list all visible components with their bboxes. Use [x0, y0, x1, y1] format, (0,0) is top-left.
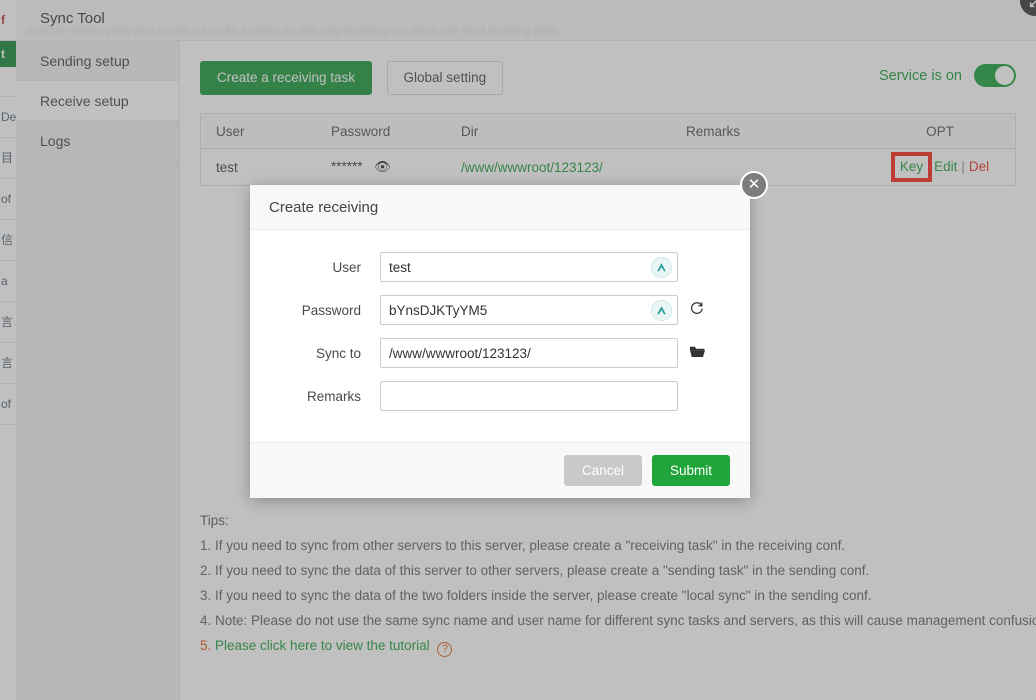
sync-to-input-wrap — [380, 338, 678, 368]
remarks-input[interactable] — [380, 381, 678, 411]
refresh-icon[interactable] — [689, 301, 707, 320]
user-input[interactable] — [380, 252, 678, 282]
create-receiving-modal: ✕ Create receiving User Password — [250, 185, 750, 498]
password-input-wrap — [380, 295, 678, 325]
close-icon[interactable]: ✕ — [740, 171, 768, 199]
remarks-input-wrap — [380, 381, 678, 411]
label-sync-to: Sync to — [250, 346, 380, 361]
sync-to-input[interactable] — [380, 338, 678, 368]
modal-body: User Password — [250, 230, 750, 442]
page-root: f t De 目 of 信 a 言 言 of Sync Tool a certa… — [0, 0, 1036, 700]
modal-footer: Cancel Submit — [250, 442, 750, 498]
label-remarks: Remarks — [250, 389, 380, 404]
folder-icon[interactable] — [689, 344, 707, 363]
modal-title: Create receiving — [250, 185, 750, 230]
form-row-sync-to: Sync to — [250, 338, 750, 368]
user-input-wrap — [380, 252, 678, 282]
submit-button[interactable]: Submit — [652, 455, 730, 486]
cancel-button[interactable]: Cancel — [564, 455, 642, 486]
form-row-remarks: Remarks — [250, 381, 750, 411]
form-row-user: User — [250, 252, 750, 282]
form-row-password: Password — [250, 295, 750, 325]
label-user: User — [250, 260, 380, 275]
password-input[interactable] — [380, 295, 678, 325]
password-manager-icon[interactable] — [651, 300, 672, 321]
label-password: Password — [250, 303, 380, 318]
password-manager-icon[interactable] — [651, 257, 672, 278]
